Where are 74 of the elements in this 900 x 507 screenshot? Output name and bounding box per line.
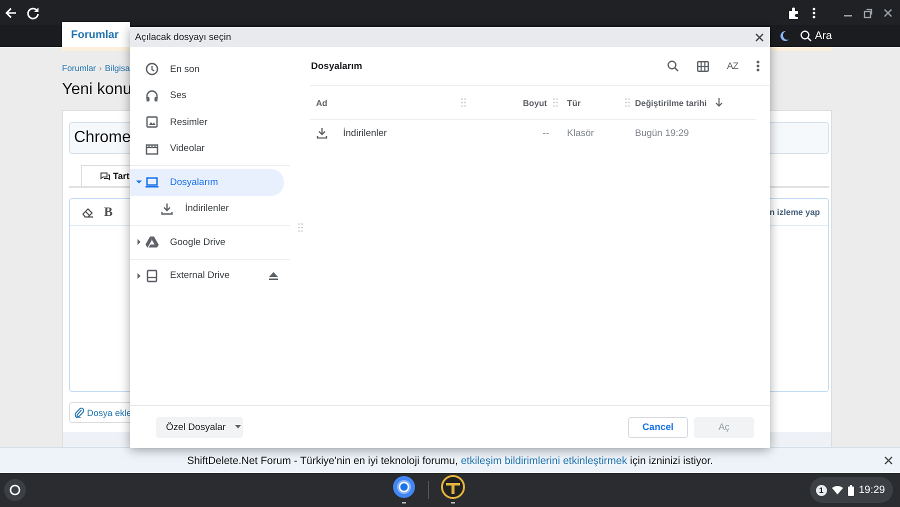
sidebar-item[interactable]: İndirilenler <box>130 196 284 222</box>
restore-icon[interactable] <box>862 6 874 18</box>
sort-button[interactable]: AZ <box>726 60 738 72</box>
launcher-icon[interactable] <box>4 479 26 501</box>
image-icon <box>145 115 159 130</box>
search-icon <box>800 30 812 42</box>
caret-icon <box>235 425 241 429</box>
film-icon <box>145 142 159 156</box>
toolbar-label[interactable]: n izleme yap <box>769 207 820 217</box>
headphones-icon <box>145 88 159 103</box>
notification-text: ShiftDelete.Net Forum - Türkiye'nin en iyi teknoloji forumu, etkileşim bildirimlerini etkinleştirmek için izninizi istiyor. <box>187 454 713 466</box>
nav-tab[interactable]: Forumlar <box>62 22 130 47</box>
column-header[interactable]: Tür <box>563 98 625 108</box>
expand-icon[interactable] <box>136 272 142 279</box>
puzzle-icon[interactable] <box>788 6 800 18</box>
download-icon <box>316 127 328 139</box>
close-icon[interactable] <box>882 6 894 18</box>
drive-icon <box>145 235 159 250</box>
clock-icon <box>145 62 159 76</box>
download-icon <box>160 202 174 216</box>
reload-icon[interactable] <box>26 6 40 20</box>
eraser-icon[interactable] <box>82 206 94 218</box>
paperclip-icon <box>74 407 84 418</box>
column-header[interactable]: Boyut <box>501 98 553 108</box>
file-size: -- <box>542 128 550 138</box>
breadcrumb-link[interactable]: Bilgisa <box>104 63 130 73</box>
notification-link[interactable]: etkileşim bildirimlerini etkinleştirmek <box>460 454 628 466</box>
search-icon[interactable] <box>666 60 679 72</box>
sort-arrow-icon[interactable] <box>714 98 723 107</box>
collapse-icon[interactable] <box>136 179 142 186</box>
notification-count: 1 <box>816 484 827 496</box>
sidebar-item[interactable]: En son <box>130 56 284 82</box>
sidebar-item[interactable]: Videolar <box>130 136 284 162</box>
file-name[interactable]: İndirilenler <box>343 128 387 138</box>
wifi-icon <box>832 485 843 495</box>
sidebar-item[interactable]: Google Drive <box>130 229 284 256</box>
app-icon[interactable] <box>441 475 466 505</box>
hard-drive-icon <box>145 268 159 283</box>
status-area[interactable]: 1 19:29 <box>810 477 893 503</box>
breadcrumb-link[interactable]: Forumlar <box>62 63 96 73</box>
sidebar-item[interactable]: Ses <box>130 82 284 109</box>
sidebar-item[interactable]: External Drive <box>130 262 284 289</box>
bold-button[interactable]: B <box>104 204 113 220</box>
breadcrumb-separator: › <box>99 63 102 73</box>
file-row[interactable]: İndirilenler -- Klasör Bugün 19:29 <box>310 120 756 146</box>
search-link[interactable]: Ara <box>814 30 832 42</box>
file-modified: Bugün 19:29 <box>635 128 690 138</box>
close-icon[interactable] <box>884 456 893 465</box>
column-header[interactable]: Değiştirilme tarihi <box>635 98 707 108</box>
sidebar-item[interactable]: Dosyalarım <box>130 169 284 196</box>
back-icon[interactable] <box>4 6 18 20</box>
expand-icon[interactable] <box>136 239 142 246</box>
drag-handle-icon <box>461 98 466 107</box>
battery-icon <box>848 484 854 496</box>
drag-handle-icon <box>625 98 630 107</box>
column-header[interactable]: Ad <box>316 98 328 108</box>
dialog-title: Açılacak dosyayı seçin <box>135 32 232 42</box>
laptop-icon <box>145 175 159 190</box>
sidebar-item[interactable]: Resimler <box>130 109 284 136</box>
chat-icon <box>100 172 110 180</box>
drag-handle-icon <box>553 98 558 107</box>
drag-handle-icon <box>298 223 302 232</box>
browser-app-icon[interactable] <box>392 475 416 505</box>
dialog-button[interactable]: Cancel <box>628 416 688 438</box>
more-icon[interactable] <box>756 60 760 72</box>
folder-title: Dosyalarım <box>311 60 364 72</box>
close-icon[interactable] <box>755 32 764 42</box>
file-type-dropdown[interactable]: Özel Dosyalar <box>156 416 243 438</box>
moon-icon[interactable] <box>778 30 790 42</box>
page-heading: Yeni konu <box>62 80 132 100</box>
grid-view-icon[interactable] <box>696 60 709 72</box>
clock-time: 19:29 <box>858 484 885 496</box>
file-type: Klasör <box>566 128 595 138</box>
eject-icon[interactable] <box>269 272 278 280</box>
